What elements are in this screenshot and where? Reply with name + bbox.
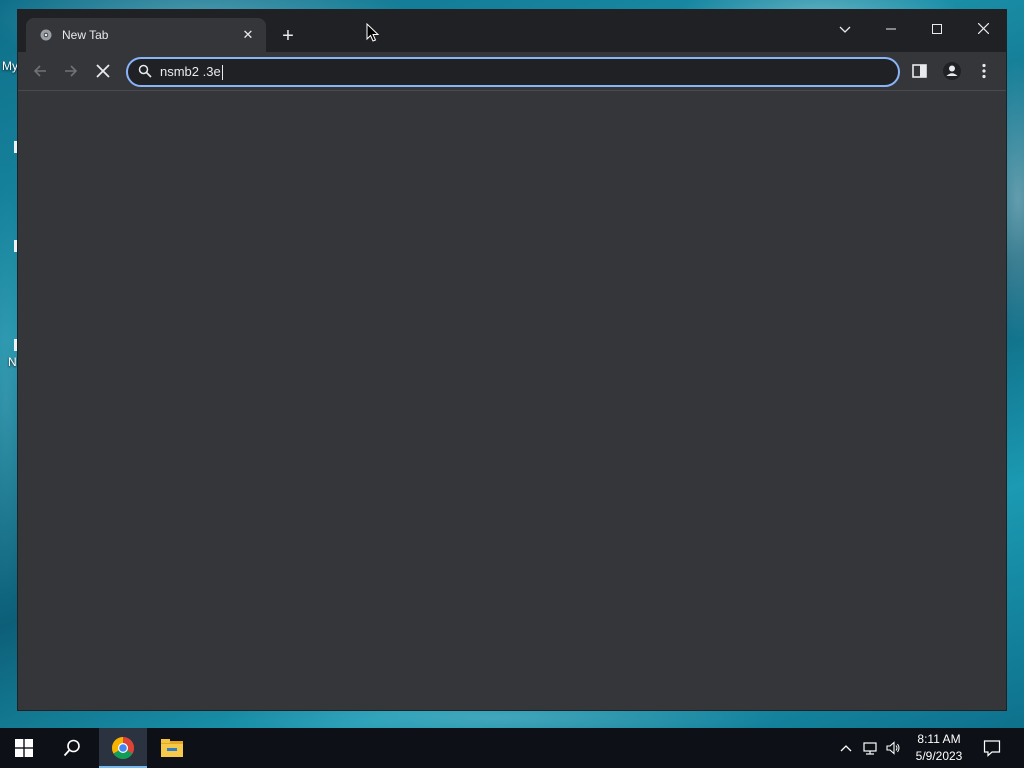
forward-button[interactable] [58, 58, 84, 84]
minimize-icon [886, 28, 896, 30]
tab-close-button[interactable]: ✕ [240, 27, 256, 43]
mouse-cursor-icon [366, 23, 380, 42]
chevron-down-icon [839, 26, 851, 33]
desktop-icon-label[interactable]: My [2, 59, 18, 73]
browser-toolbar: nsmb2 .3e [18, 52, 1006, 91]
address-input[interactable]: nsmb2 .3e [160, 62, 860, 82]
stop-button[interactable] [90, 58, 116, 84]
taskbar-file-explorer-button[interactable] [148, 728, 196, 768]
taskbar-chrome-button[interactable] [99, 728, 147, 768]
menu-icon[interactable] [974, 61, 994, 81]
page-content[interactable] [18, 91, 1006, 710]
maximize-button[interactable] [914, 14, 960, 44]
text-caret [221, 65, 223, 81]
title-bar[interactable]: New Tab ✕ + [18, 10, 1006, 52]
search-icon [63, 739, 80, 757]
maximize-icon [932, 24, 942, 34]
side-panel-icon[interactable] [910, 61, 930, 81]
minimize-button[interactable] [868, 14, 914, 44]
profile-icon[interactable] [942, 61, 962, 81]
address-bar[interactable]: nsmb2 .3e [126, 57, 900, 87]
notification-icon[interactable] [983, 739, 1001, 757]
windows-start-icon [15, 739, 33, 757]
clock-date: 5/9/2023 [915, 749, 963, 763]
close-window-button[interactable] [960, 14, 1006, 44]
network-icon[interactable] [862, 740, 878, 756]
chrome-icon [40, 29, 52, 41]
desktop-icon[interactable] [14, 141, 17, 153]
volume-icon[interactable] [885, 740, 901, 756]
start-button[interactable] [0, 728, 48, 768]
chevron-up-icon[interactable] [838, 740, 854, 756]
chrome-icon [112, 737, 134, 759]
back-button[interactable] [27, 58, 53, 84]
new-tab-button[interactable]: + [276, 24, 300, 48]
desktop-icon-label[interactable]: N [8, 355, 17, 369]
search-icon [138, 64, 152, 78]
file-explorer-icon [161, 739, 183, 757]
tab-search-button[interactable] [822, 14, 868, 44]
taskbar: 8:11 AM 5/9/2023 [0, 728, 1024, 768]
tab-new-tab[interactable]: New Tab ✕ [26, 18, 266, 52]
arrow-left-icon [33, 65, 46, 77]
stop-icon [96, 64, 110, 78]
browser-window: New Tab ✕ + nsmb2 .3e [18, 10, 1006, 710]
desktop-icon[interactable] [14, 339, 17, 351]
taskbar-search-button[interactable] [48, 728, 96, 768]
close-icon [977, 22, 989, 35]
desktop-icon[interactable] [14, 240, 17, 252]
arrow-right-icon [65, 65, 78, 77]
tab-title: New Tab [62, 28, 109, 42]
taskbar-clock[interactable]: 8:11 AM 5/9/2023 [908, 731, 970, 765]
address-text: nsmb2 .3e [160, 64, 221, 79]
clock-time: 8:11 AM [917, 732, 961, 746]
